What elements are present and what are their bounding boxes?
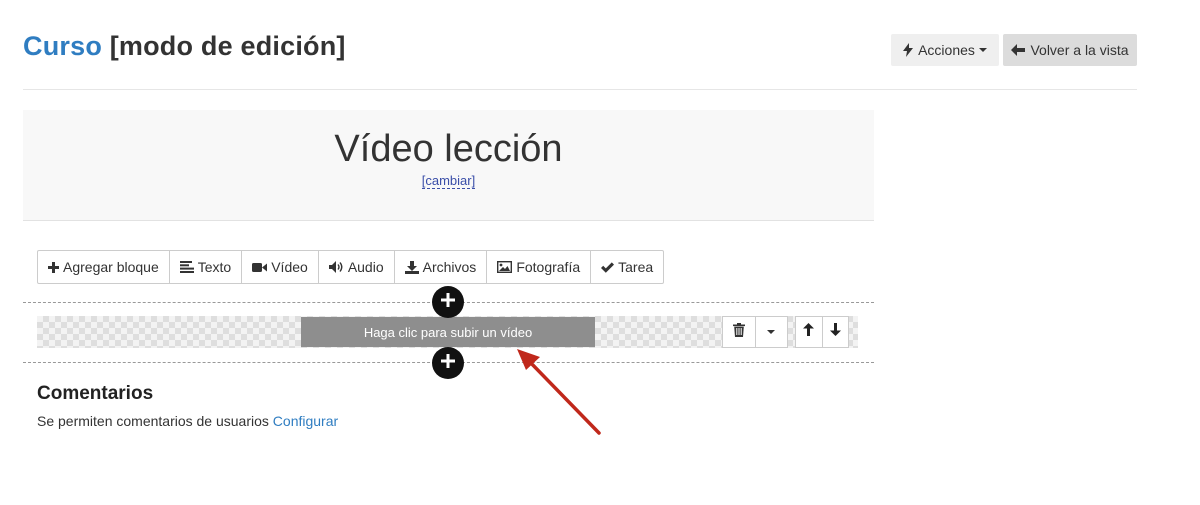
add-block-label: Agregar bloque bbox=[63, 259, 159, 275]
back-label: Volver a la vista bbox=[1030, 42, 1129, 58]
audio-block-label: Audio bbox=[347, 259, 384, 275]
audio-block-button[interactable]: Audio bbox=[319, 251, 395, 283]
video-camera-icon bbox=[252, 262, 268, 273]
arrow-up-icon bbox=[803, 323, 815, 341]
upload-video-button[interactable]: Haga clic para subir un vídeo bbox=[301, 317, 595, 347]
comments-status-text: Se permiten comentarios de usuarios bbox=[37, 413, 269, 429]
arrow-down-icon bbox=[829, 323, 841, 341]
actions-dropdown-button[interactable]: Acciones bbox=[891, 34, 999, 66]
back-to-view-button[interactable]: Volver a la vista bbox=[1003, 34, 1137, 66]
photo-block-label: Fotografía bbox=[516, 259, 581, 275]
plus-icon bbox=[440, 292, 456, 313]
caret-down-icon bbox=[978, 48, 987, 52]
page-title: Curso [modo de edición] bbox=[23, 31, 346, 62]
task-block-label: Tarea bbox=[618, 259, 654, 275]
configure-comments-link[interactable]: Configurar bbox=[273, 413, 338, 429]
download-icon bbox=[404, 260, 419, 274]
block-options-dropdown[interactable] bbox=[756, 317, 788, 347]
comments-heading: Comentarios bbox=[37, 383, 154, 404]
add-block-button[interactable]: Agregar bloque bbox=[38, 251, 170, 283]
files-block-button[interactable]: Archivos bbox=[395, 251, 488, 283]
block-toolbar: Agregar bloque Texto Vídeo Audio Archivo… bbox=[37, 250, 665, 284]
video-block-label: Vídeo bbox=[271, 259, 308, 275]
comments-status: Se permiten comentarios de usuarios Conf… bbox=[37, 413, 338, 429]
trash-icon bbox=[732, 322, 745, 342]
block-move-group bbox=[795, 316, 849, 348]
image-icon bbox=[497, 261, 513, 273]
move-block-down-button[interactable] bbox=[823, 317, 849, 347]
upload-video-label: Haga clic para subir un vídeo bbox=[363, 324, 533, 340]
move-block-up-button[interactable] bbox=[796, 317, 823, 347]
edit-mode-label: [modo de edición] bbox=[109, 31, 346, 61]
actions-label: Acciones bbox=[918, 42, 975, 58]
volume-icon bbox=[328, 261, 344, 273]
insert-block-below-button[interactable] bbox=[432, 347, 464, 379]
course-link[interactable]: Curso bbox=[23, 31, 102, 61]
change-title-link-wrap: [cambiar] bbox=[0, 173, 897, 189]
align-left-icon bbox=[179, 261, 194, 273]
photo-block-button[interactable]: Fotografía bbox=[487, 251, 592, 283]
header-divider bbox=[23, 89, 1137, 90]
change-title-link[interactable]: [cambiar] bbox=[421, 173, 476, 189]
lesson-title: Vídeo lección bbox=[334, 128, 563, 170]
task-block-button[interactable]: Tarea bbox=[591, 251, 663, 283]
text-block-label: Texto bbox=[197, 259, 232, 275]
insert-block-above-button[interactable] bbox=[432, 286, 464, 318]
delete-block-button[interactable] bbox=[723, 317, 756, 347]
block-delete-group bbox=[722, 316, 788, 348]
arrow-left-icon bbox=[1011, 44, 1026, 56]
plus-icon bbox=[48, 261, 59, 273]
bolt-icon bbox=[903, 43, 914, 57]
text-block-button[interactable]: Texto bbox=[170, 251, 243, 283]
caret-down-icon bbox=[767, 330, 776, 334]
video-block-button[interactable]: Vídeo bbox=[242, 251, 319, 283]
check-icon bbox=[601, 261, 615, 273]
files-block-label: Archivos bbox=[422, 259, 477, 275]
plus-icon bbox=[440, 353, 456, 374]
